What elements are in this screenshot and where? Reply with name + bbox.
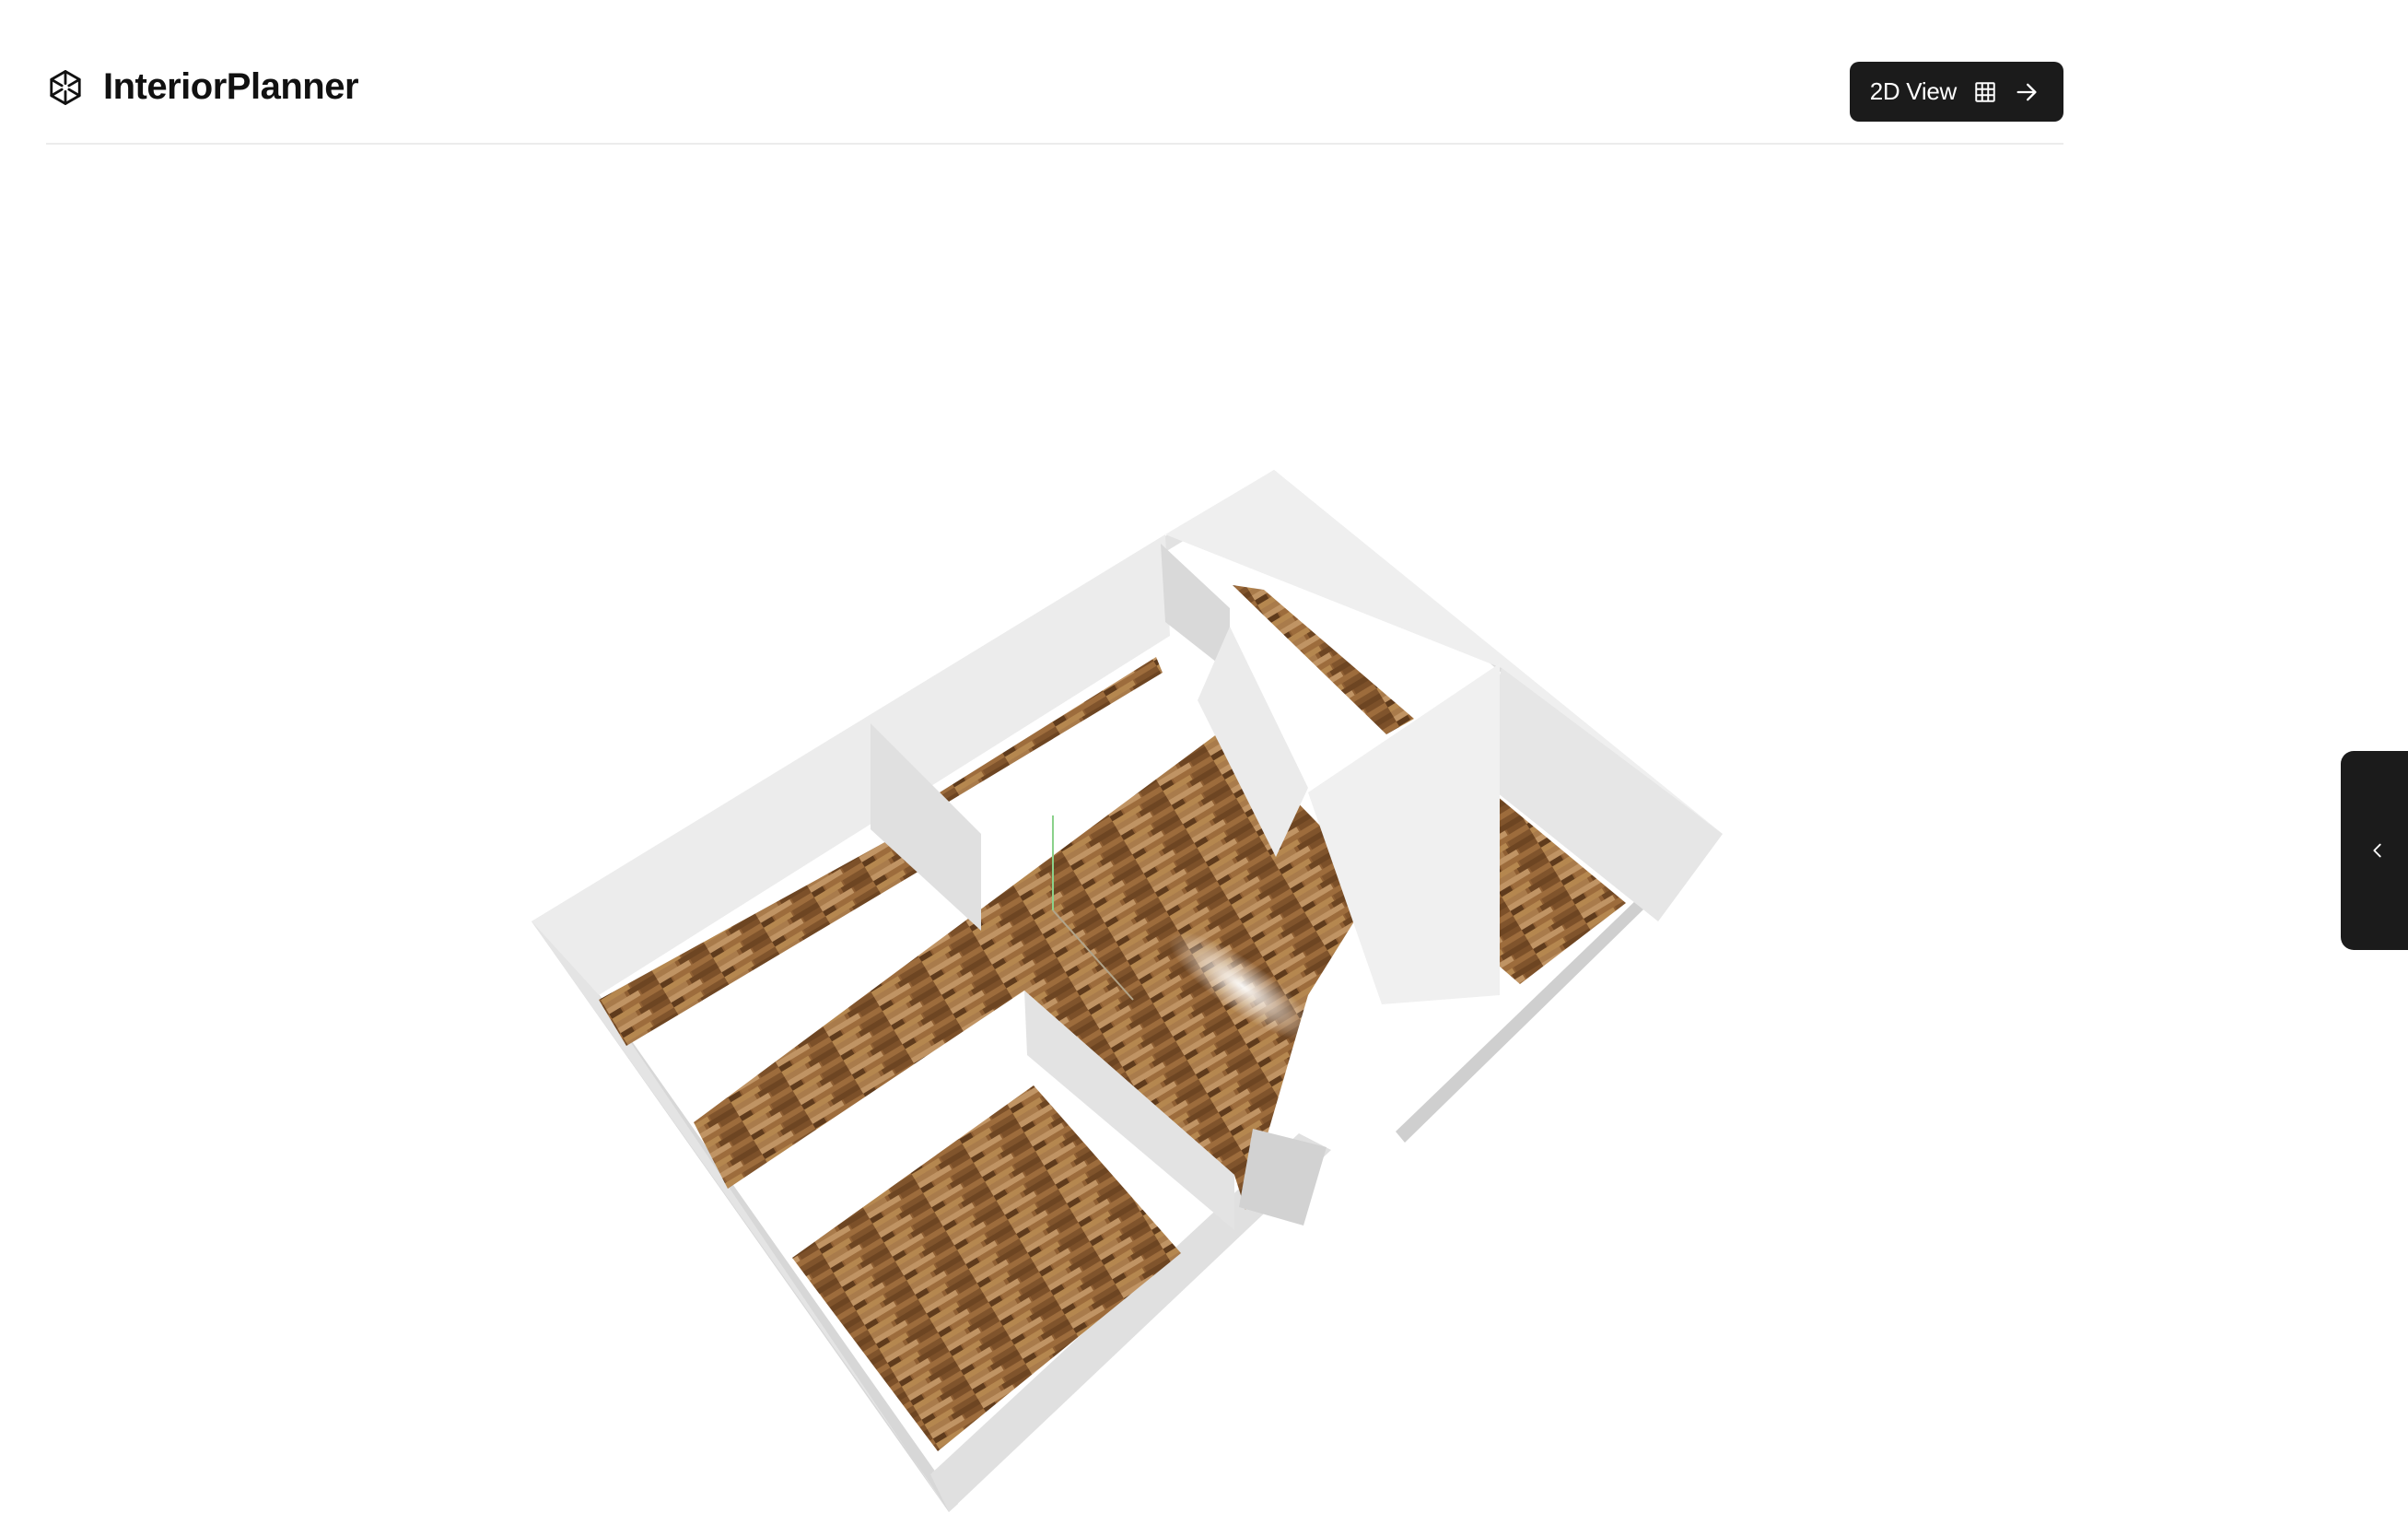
app-title: InteriorPlanner	[103, 66, 359, 107]
view-2d-label: 2D View	[1869, 77, 1958, 105]
brand[interactable]: InteriorPlanner	[46, 66, 359, 108]
cube-logo-icon	[50, 69, 81, 105]
floor-room-bottom	[792, 1085, 1181, 1451]
grid-icon	[1975, 81, 1995, 102]
3d-viewport[interactable]	[0, 147, 2408, 1513]
arrow-right-icon	[2016, 83, 2037, 100]
side-panel-toggle[interactable]	[2341, 751, 2408, 950]
view-2d-button[interactable]: 2D View	[1849, 62, 2063, 122]
app-header: InteriorPlanner 2D View	[46, 0, 2063, 145]
chevron-left-icon	[2373, 843, 2381, 858]
floor-plan-scene[interactable]	[0, 147, 2408, 1513]
app-root: InteriorPlanner 2D View	[0, 0, 2408, 1513]
